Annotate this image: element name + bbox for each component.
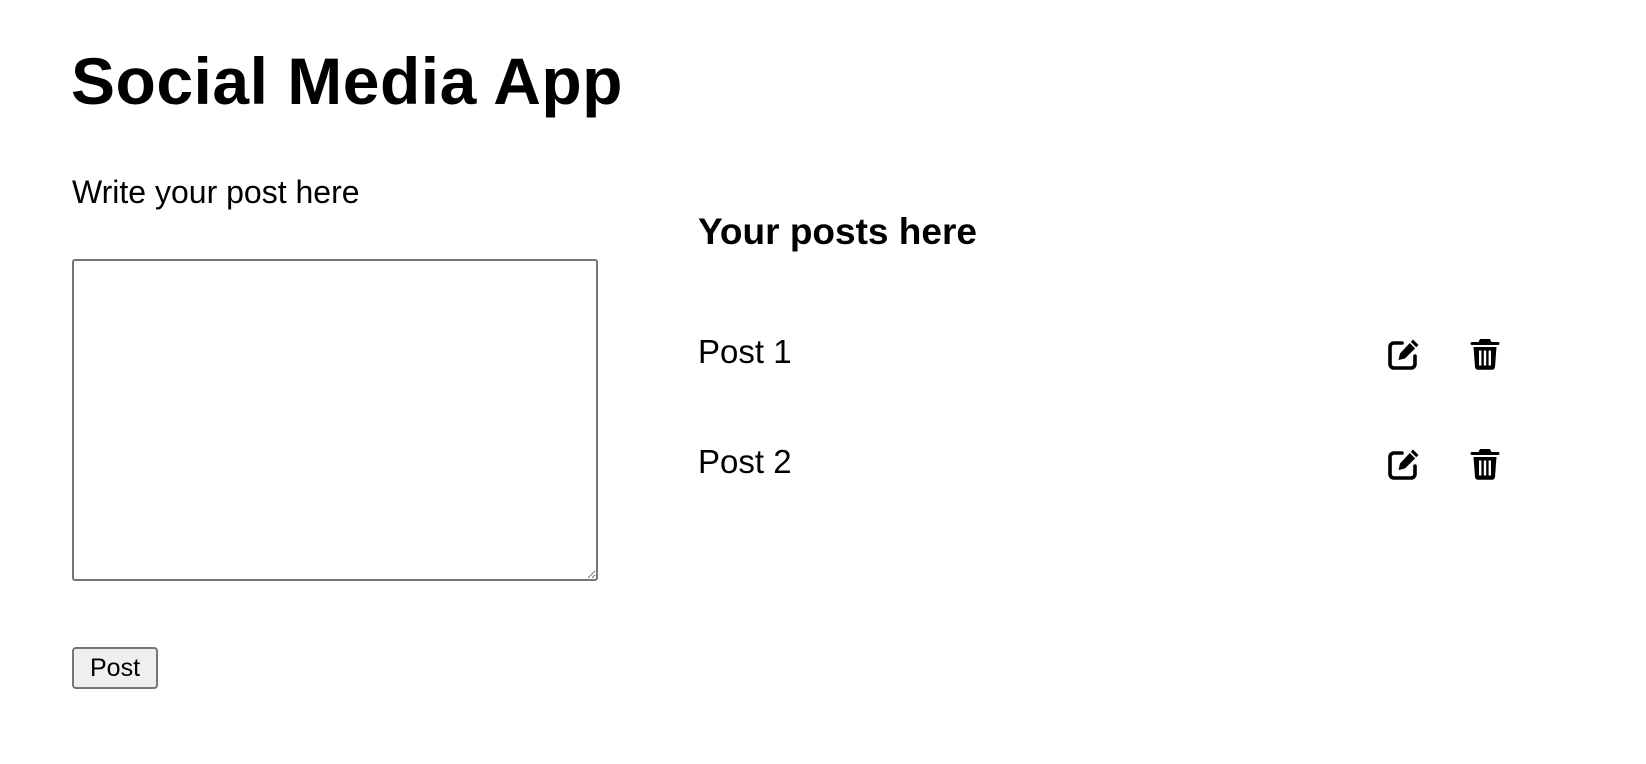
edit-icon bbox=[1388, 449, 1419, 480]
app-title: Social Media App bbox=[71, 44, 623, 118]
posts-heading: Your posts here bbox=[698, 211, 977, 252]
page: Social Media App Write your post here Po… bbox=[0, 0, 1646, 764]
post-button[interactable]: Post bbox=[72, 647, 158, 689]
composer-label: Write your post here bbox=[72, 174, 360, 210]
edit-post-button[interactable] bbox=[1386, 334, 1426, 374]
post-text: Post 2 bbox=[698, 443, 792, 480]
post-list: Post 1 Post 2 bbox=[698, 324, 1518, 544]
post-item: Post 2 bbox=[698, 434, 1518, 544]
delete-post-button[interactable] bbox=[1467, 334, 1507, 374]
edit-icon bbox=[1388, 339, 1419, 370]
trash-icon bbox=[1470, 449, 1500, 480]
delete-post-button[interactable] bbox=[1467, 444, 1507, 484]
trash-icon bbox=[1470, 339, 1500, 370]
post-item: Post 1 bbox=[698, 324, 1518, 434]
post-text: Post 1 bbox=[698, 333, 792, 370]
post-textarea[interactable] bbox=[72, 259, 598, 581]
edit-post-button[interactable] bbox=[1386, 444, 1426, 484]
